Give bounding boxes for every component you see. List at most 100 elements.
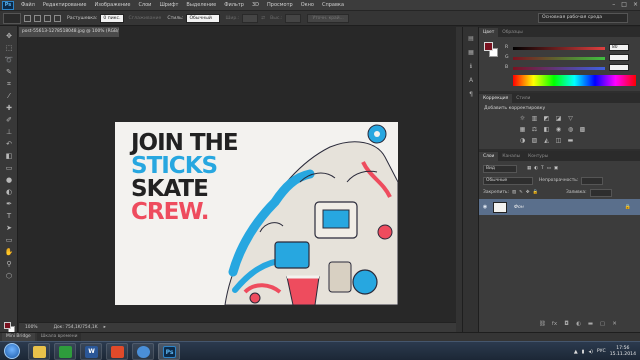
channel-g-slider[interactable] xyxy=(513,57,605,60)
layer-style-icon[interactable]: fx xyxy=(551,321,558,328)
lock-all-icon[interactable]: 🔒 xyxy=(533,190,538,195)
taskbar-app-utorrent[interactable] xyxy=(54,343,76,360)
black-white-icon[interactable]: ◧ xyxy=(543,126,550,133)
tab-layers[interactable]: Слои xyxy=(479,152,499,161)
brightness-icon[interactable]: ☼ xyxy=(519,115,526,122)
vibrance-icon[interactable]: ▽ xyxy=(567,115,574,122)
channel-r-value[interactable]: 80 xyxy=(609,44,629,51)
gradient-tool-icon[interactable]: ▭ xyxy=(3,164,15,173)
lock-paint-icon[interactable]: ✎ xyxy=(519,190,523,195)
paragraph-icon[interactable]: ¶ xyxy=(467,91,475,99)
menu-filter[interactable]: Фильтр xyxy=(220,2,248,8)
hand-tool-icon[interactable]: ✋ xyxy=(3,248,15,257)
properties-icon[interactable]: ▦ xyxy=(467,49,475,57)
network-icon[interactable]: ▮ xyxy=(582,349,585,355)
document-tab[interactable]: post-55613-1278518048.jpg @ 100% (RGB/8#… xyxy=(19,27,119,37)
visibility-eye-icon[interactable]: ◉ xyxy=(479,204,491,210)
eraser-tool-icon[interactable]: ◧ xyxy=(3,152,15,161)
workspace-switcher[interactable]: Основная рабочая среда xyxy=(538,13,628,23)
panel-foreground-swatch[interactable] xyxy=(484,42,493,51)
blend-mode-select[interactable]: Обычные xyxy=(483,176,533,185)
height-input[interactable] xyxy=(285,13,302,23)
pen-tool-icon[interactable]: ✒ xyxy=(3,200,15,209)
close-button[interactable]: × xyxy=(633,1,638,8)
quick-select-tool-icon[interactable]: ✎ xyxy=(3,68,15,77)
new-adjustment-icon[interactable]: ◐ xyxy=(575,321,582,328)
character-icon[interactable]: A xyxy=(467,77,475,85)
menu-type[interactable]: Шрифт xyxy=(155,2,182,8)
brush-tool-icon[interactable]: ✐ xyxy=(3,116,15,125)
taskbar-app-chrome[interactable] xyxy=(132,343,154,360)
blur-tool-icon[interactable]: ● xyxy=(3,176,15,185)
tab-paths[interactable]: Контуры xyxy=(524,152,552,161)
path-select-tool-icon[interactable]: ➤ xyxy=(3,224,15,233)
status-arrow-icon[interactable]: ▸ xyxy=(104,325,106,330)
tab-channels[interactable]: Каналы xyxy=(498,152,524,161)
layer-row-background[interactable]: ◉ Фон 🔒 xyxy=(479,199,640,215)
threshold-icon[interactable]: ◭ xyxy=(543,137,550,144)
info-icon[interactable]: ℹ xyxy=(467,63,475,71)
menu-edit[interactable]: Редактирование xyxy=(39,2,91,8)
filter-type-icon[interactable]: T xyxy=(541,166,544,171)
new-group-icon[interactable]: ▬ xyxy=(587,321,594,328)
type-tool-icon[interactable]: T xyxy=(3,212,15,221)
opacity-input[interactable] xyxy=(581,176,604,185)
zoom-level[interactable]: 100% xyxy=(25,325,38,330)
document-size[interactable]: Док: 754,1K/754,1K xyxy=(54,325,98,330)
volume-icon[interactable]: ◂) xyxy=(588,349,592,355)
taskbar-app-explorer[interactable] xyxy=(28,343,50,360)
taskbar-app-photoshop[interactable]: Ps xyxy=(158,343,180,360)
menu-view[interactable]: Просмотр xyxy=(263,2,297,8)
invert-icon[interactable]: ◑ xyxy=(519,137,526,144)
taskbar-app-media[interactable] xyxy=(106,343,128,360)
filter-shape-icon[interactable]: ▭ xyxy=(547,166,551,171)
menu-window[interactable]: Окно xyxy=(297,2,318,8)
marquee-tool-icon[interactable]: ⬚ xyxy=(3,44,15,53)
language-indicator[interactable]: РУС xyxy=(597,349,606,354)
layer-kind-select[interactable]: Вид xyxy=(483,164,517,173)
tab-timeline[interactable]: Шкала времени xyxy=(36,333,82,341)
menu-select[interactable]: Выделение xyxy=(182,2,220,8)
fill-input[interactable] xyxy=(589,188,612,197)
tab-adjustments[interactable]: Коррекция xyxy=(479,94,513,103)
menu-image[interactable]: Изображение xyxy=(90,2,134,8)
tab-swatches[interactable]: Образцы xyxy=(498,28,526,37)
curves-icon[interactable]: ◩ xyxy=(543,115,550,122)
width-input[interactable] xyxy=(242,13,259,23)
style-select[interactable]: Обычный xyxy=(186,13,221,23)
eyedropper-tool-icon[interactable]: ⁄ xyxy=(3,92,15,101)
swap-icon[interactable]: ⇄ xyxy=(261,16,265,21)
subtract-selection-icon[interactable] xyxy=(44,14,51,22)
selective-color-icon[interactable]: ◫ xyxy=(555,137,562,144)
layer-mask-icon[interactable]: ◘ xyxy=(563,321,570,328)
new-selection-icon[interactable] xyxy=(24,14,31,22)
menu-help[interactable]: Справка xyxy=(318,2,348,8)
antialias-checkbox[interactable]: Сглаживание xyxy=(129,16,162,21)
tab-mini-bridge[interactable]: Mini Bridge xyxy=(2,333,35,341)
levels-icon[interactable]: ▥ xyxy=(531,115,538,122)
feather-input[interactable]: 0 пикс. xyxy=(100,13,124,23)
zoom-tool-icon[interactable]: ⚲ xyxy=(3,260,15,269)
delete-layer-icon[interactable]: ✕ xyxy=(611,321,618,328)
tray-expand-icon[interactable]: ▲ xyxy=(574,349,578,355)
clock[interactable]: 17:56 15.11.2014 xyxy=(610,346,636,358)
photo-filter-icon[interactable]: ◉ xyxy=(555,126,562,133)
history-icon[interactable]: ▤ xyxy=(467,35,475,43)
refine-edge-button[interactable]: Уточн. край... xyxy=(307,13,349,23)
lock-move-icon[interactable]: ✥ xyxy=(526,190,530,195)
tab-styles[interactable]: Стили xyxy=(512,94,534,103)
channel-mixer-icon[interactable]: ◍ xyxy=(567,126,574,133)
lock-pixels-icon[interactable]: ▨ xyxy=(512,190,516,195)
filter-adjust-icon[interactable]: ◐ xyxy=(534,166,538,171)
tab-color[interactable]: Цвет xyxy=(479,28,499,37)
tool-preset-picker[interactable] xyxy=(3,12,21,24)
exposure-icon[interactable]: ◪ xyxy=(555,115,562,122)
channel-b-slider[interactable] xyxy=(513,67,605,70)
start-button[interactable] xyxy=(4,343,20,359)
taskbar-app-word[interactable]: W xyxy=(80,343,102,360)
color-balance-icon[interactable]: ⚖ xyxy=(531,126,538,133)
filter-pixel-icon[interactable]: ▦ xyxy=(527,166,531,171)
hue-saturation-icon[interactable]: ▦ xyxy=(519,126,526,133)
gradient-map-icon[interactable]: ▬ xyxy=(567,137,574,144)
clone-stamp-tool-icon[interactable]: ⊥ xyxy=(3,128,15,137)
